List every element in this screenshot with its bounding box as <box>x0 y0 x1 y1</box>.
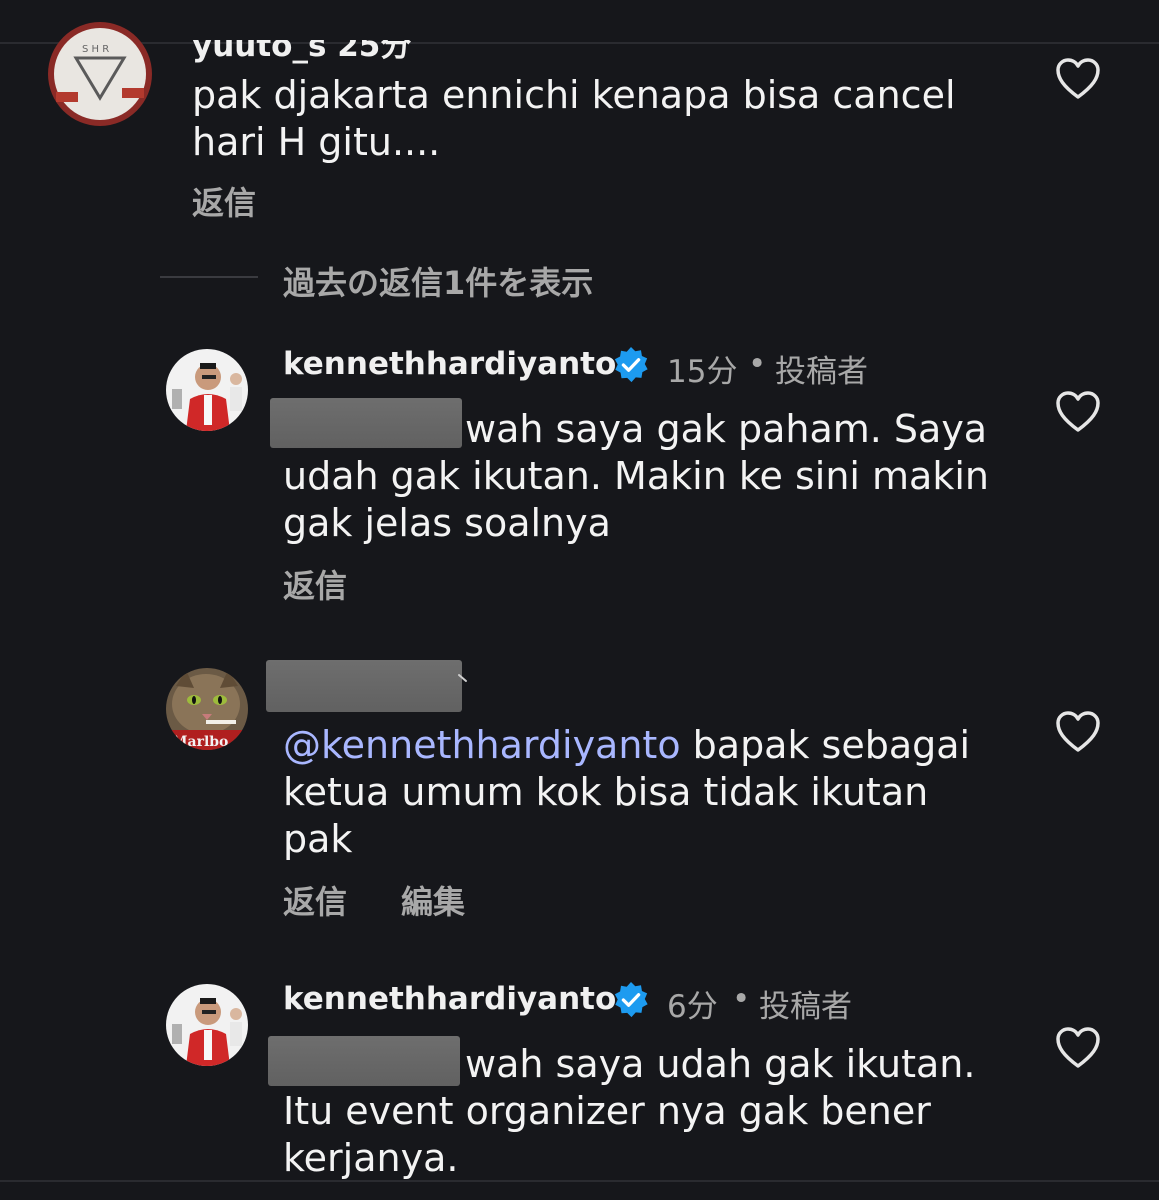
reply3-like-icon[interactable] <box>1055 1027 1101 1069</box>
reply1-text-line-1: wah saya gak paham. Saya <box>465 407 988 451</box>
reply3-text-line-3: kerjanya. <box>283 1136 459 1180</box>
reply2-avatar[interactable]: Marlbo <box>166 668 248 750</box>
reply2-like-icon[interactable] <box>1055 711 1101 753</box>
reply1-timestamp: 15分 <box>667 354 738 390</box>
reply3-avatar[interactable] <box>166 984 248 1066</box>
comment1-like-icon[interactable] <box>1055 58 1101 100</box>
reply1-text-line-3: gak jelas soalnya <box>283 501 611 545</box>
reply1-reply-button[interactable]: 返信 <box>283 561 347 607</box>
top-divider <box>0 42 1159 44</box>
comment1-username[interactable]: yuuto_s 25分 <box>192 40 411 65</box>
bottom-divider <box>0 1180 1159 1182</box>
reply3-separator: • <box>732 981 751 1017</box>
reply3-redacted-mention <box>268 1036 460 1086</box>
reply2-redacted-username <box>266 660 462 712</box>
reply2-text-line-2: ketua umum kok bisa tidak ikutan <box>283 770 929 814</box>
comment1-text-line-2: hari H gitu.... <box>192 120 441 164</box>
reply2-text-line-1-rest: bapak sebagai <box>680 723 971 767</box>
view-replies-divider <box>160 276 258 278</box>
comment1-text-line-1: pak djakarta ennichi kenapa bisa cancel <box>192 73 956 117</box>
reply3-author-badge: 投稿者 <box>759 989 852 1025</box>
svg-text:S H R: S H R <box>82 44 109 55</box>
reply3-timestamp: 6分 <box>667 989 718 1025</box>
reply1-username[interactable]: kennethhardiyanto <box>283 346 616 382</box>
reply1-like-icon[interactable] <box>1055 391 1101 433</box>
reply2-edit-button[interactable]: 編集 <box>401 877 465 923</box>
reply3-text-line-2: Itu event organizer nya gak bener <box>283 1089 931 1133</box>
reply1-text-line-2: udah gak ikutan. Makin ke sini makin <box>283 454 989 498</box>
comment1-avatar[interactable]: S H R <box>48 22 152 126</box>
reply3-verified-icon <box>614 981 648 1018</box>
reply2-text-line-1: @kennethhardiyanto bapak sebagai <box>283 722 970 769</box>
view-previous-replies-button[interactable]: 過去の返信1件を表示 <box>283 258 593 304</box>
reply3-username[interactable]: kennethhardiyanto <box>283 981 616 1017</box>
reply2-chevron-icon <box>458 674 467 682</box>
reply1-redacted-mention <box>270 398 462 448</box>
svg-text:Marlbo: Marlbo <box>172 734 228 750</box>
reply2-mention-link[interactable]: @kennethhardiyanto <box>283 723 681 767</box>
reply2-text-line-3: pak <box>283 817 353 861</box>
comment1-reply-button[interactable]: 返信 <box>192 178 256 224</box>
reply3-text-line-1: wah saya udah gak ikutan. <box>465 1042 976 1086</box>
reply1-separator: • <box>748 346 767 382</box>
reply1-author-badge: 投稿者 <box>775 354 868 390</box>
comments-screen: yuuto_s 25分 S H R pak djakarta ennichi k… <box>0 0 1159 1200</box>
reply1-verified-icon <box>614 346 648 383</box>
reply1-avatar[interactable] <box>166 349 248 431</box>
reply2-reply-button[interactable]: 返信 <box>283 877 347 923</box>
